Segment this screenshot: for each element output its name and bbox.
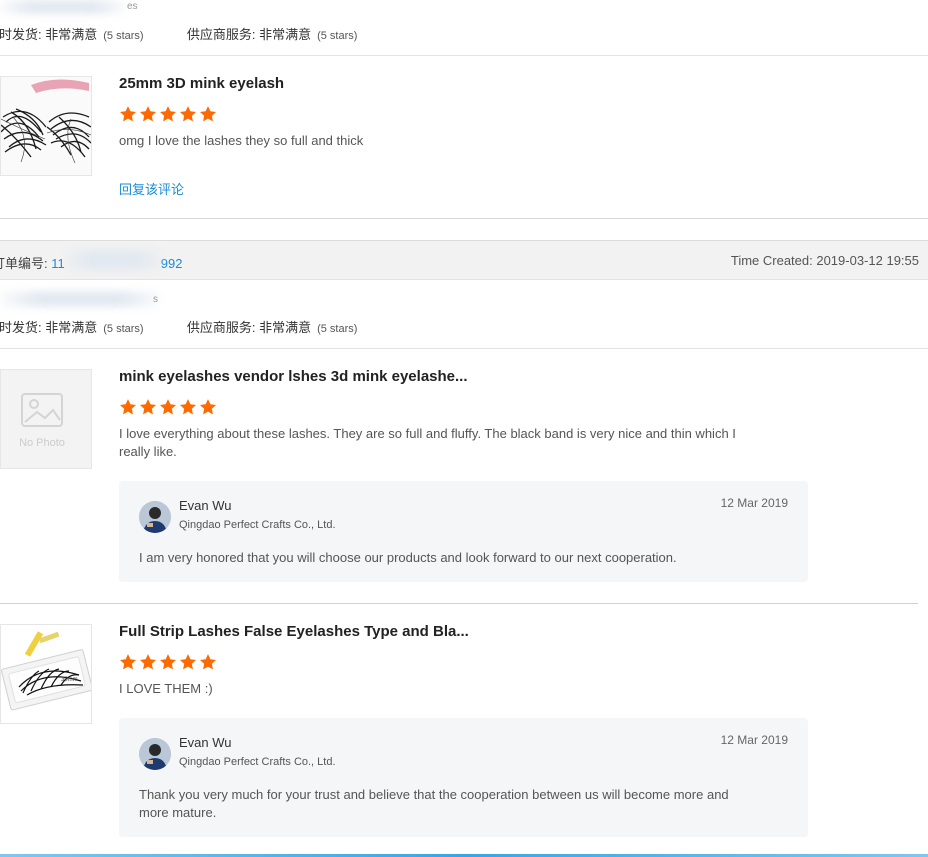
replier-company[interactable]: Qingdao Perfect Crafts Co., Ltd. bbox=[179, 519, 336, 531]
eyelash-image bbox=[1, 77, 91, 175]
review-text-line: I love everything about these lashes. Th… bbox=[119, 426, 736, 441]
reply-date: 12 Mar 2019 bbox=[720, 733, 788, 747]
product-thumbnail-placeholder[interactable]: No Photo bbox=[0, 369, 92, 469]
divider bbox=[0, 55, 928, 56]
star-icon bbox=[199, 399, 217, 415]
order-number-suffix[interactable]: 992 bbox=[161, 256, 183, 271]
star-icon bbox=[139, 654, 157, 670]
reply-text-line: Thank you very much for your trust and b… bbox=[139, 787, 729, 802]
reply-text-line: I am very honored that you will choose o… bbox=[139, 550, 677, 565]
rating-ontime-stars: (5 stars) bbox=[103, 323, 144, 335]
star-icon bbox=[139, 106, 157, 122]
star-icon bbox=[119, 399, 137, 415]
order-header-bar: 订单编号: 11 992 Time Created: 2019-03-12 19:… bbox=[0, 240, 928, 280]
star-icon bbox=[179, 106, 197, 122]
order-time-created: Time Created: 2019-03-12 19:55 bbox=[730, 253, 919, 268]
rating-service-value: 非常满意 bbox=[259, 320, 312, 335]
blurred-order-number bbox=[66, 250, 162, 270]
review-text-line: really like. bbox=[119, 444, 177, 459]
eyelash-box-image: 30mm bbox=[1, 625, 91, 723]
replier-company[interactable]: Qingdao Perfect Crafts Co., Ltd. bbox=[179, 756, 336, 768]
avatar bbox=[139, 501, 171, 533]
product-thumbnail[interactable] bbox=[0, 76, 92, 176]
star-icon bbox=[119, 106, 137, 122]
rating-stars bbox=[119, 653, 217, 671]
rating-service-label: 供应商服务: bbox=[186, 27, 260, 42]
reply-date: 12 Mar 2019 bbox=[720, 496, 788, 510]
rating-service-stars: (5 stars) bbox=[317, 30, 358, 42]
divider bbox=[0, 218, 928, 219]
lash-length-label: 30mm bbox=[61, 677, 78, 683]
order-number-label: 订单编号: bbox=[0, 256, 48, 271]
rating-service-value: 非常满意 bbox=[259, 27, 312, 42]
product-title[interactable]: Full Strip Lashes False Eyelashes Type a… bbox=[119, 623, 469, 640]
star-icon bbox=[119, 654, 137, 670]
review-text: I love everything about these lashes. Th… bbox=[119, 425, 779, 461]
rating-ontime-stars: (5 stars) bbox=[103, 30, 144, 42]
review-text: I LOVE THEM :) bbox=[119, 681, 213, 696]
star-icon bbox=[199, 654, 217, 670]
rating-line: 按时发货: 非常满意 (5 stars) 供应商服务: 非常满意 (5 stars) bbox=[0, 24, 357, 43]
replier-name: Evan Wu bbox=[179, 735, 232, 750]
blurred-buyer-info bbox=[0, 0, 125, 14]
product-thumbnail[interactable]: 30mm bbox=[0, 624, 92, 724]
star-icon bbox=[179, 399, 197, 415]
supplier-reply: Evan Wu Qingdao Perfect Crafts Co., Ltd.… bbox=[119, 481, 808, 582]
rating-service-label: 供应商服务: bbox=[186, 320, 260, 335]
no-photo-icon bbox=[21, 393, 63, 427]
star-icon bbox=[179, 654, 197, 670]
divider bbox=[0, 603, 918, 604]
reply-text-line: more mature. bbox=[139, 805, 217, 820]
blurred-suffix: es bbox=[127, 1, 138, 12]
avatar bbox=[139, 738, 171, 770]
rating-stars bbox=[119, 398, 217, 416]
rating-ontime-label: 按时发货: bbox=[0, 27, 42, 42]
rating-ontime-value: 非常满意 bbox=[45, 320, 98, 335]
rating-stars bbox=[119, 105, 217, 123]
star-icon bbox=[199, 106, 217, 122]
blurred-suffix: s bbox=[153, 294, 158, 305]
supplier-reply: Evan Wu Qingdao Perfect Crafts Co., Ltd.… bbox=[119, 718, 808, 837]
reply-text: I am very honored that you will choose o… bbox=[139, 549, 779, 567]
product-title[interactable]: mink eyelashes vendor lshes 3d mink eyel… bbox=[119, 368, 468, 385]
blurred-buyer-info bbox=[0, 291, 160, 307]
person-icon bbox=[139, 501, 171, 533]
star-icon bbox=[159, 399, 177, 415]
star-icon bbox=[159, 654, 177, 670]
rating-ontime-label: 按时发货: bbox=[0, 320, 42, 335]
product-title[interactable]: 25mm 3D mink eyelash bbox=[119, 75, 284, 92]
rating-ontime-value: 非常满意 bbox=[45, 27, 98, 42]
no-photo-label: No Photo bbox=[19, 437, 65, 449]
rating-line: 按时发货: 非常满意 (5 stars) 供应商服务: 非常满意 (5 stars) bbox=[0, 317, 357, 336]
review-text: omg I love the lashes they so full and t… bbox=[119, 133, 364, 148]
reply-text: Thank you very much for your trust and b… bbox=[139, 786, 779, 822]
divider bbox=[0, 348, 928, 349]
star-icon bbox=[139, 399, 157, 415]
star-icon bbox=[159, 106, 177, 122]
person-icon bbox=[139, 738, 171, 770]
rating-service-stars: (5 stars) bbox=[317, 323, 358, 335]
reply-to-review-link[interactable]: 回复该评论 bbox=[119, 179, 184, 198]
order-number-prefix[interactable]: 11 bbox=[51, 256, 65, 271]
replier-name: Evan Wu bbox=[179, 498, 232, 513]
